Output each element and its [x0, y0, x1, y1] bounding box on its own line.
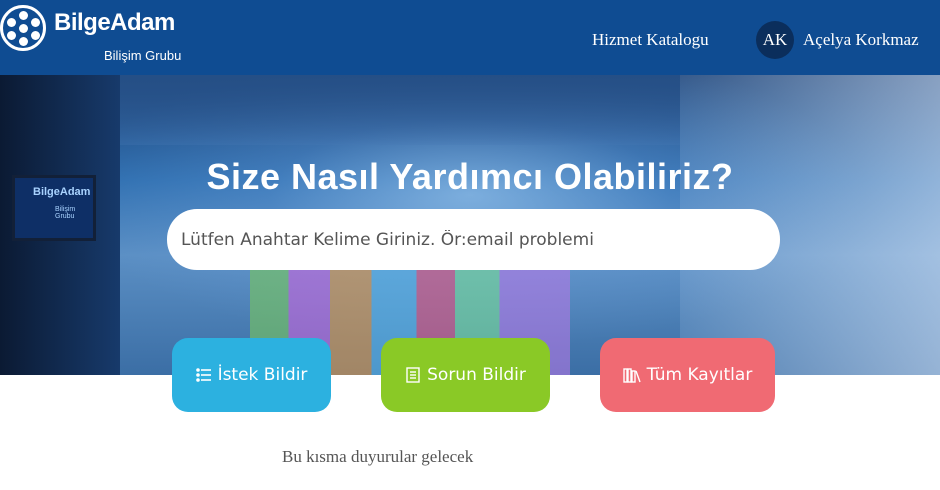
books-icon [622, 367, 641, 383]
brand-logo[interactable]: BilgeAdam Bilişim Grubu [0, 5, 200, 65]
sorun-bildir-button[interactable]: Sorun Bildir [381, 338, 550, 412]
istek-bildir-button[interactable]: İstek Bildir [172, 338, 331, 412]
list-icon [195, 368, 212, 382]
brand-subtitle: Bilişim Grubu [104, 48, 182, 63]
film-reel-icon [0, 5, 46, 51]
document-icon [405, 367, 421, 383]
user-name-link[interactable]: Açelya Korkmaz [803, 30, 919, 50]
hero-banner: BilgeAdam Bilişim Grubu Size Nasıl Yardı… [0, 75, 940, 375]
sorun-bildir-label: Sorun Bildir [427, 365, 526, 385]
hero-title: Size Nasıl Yardımcı Olabiliriz? [206, 156, 734, 197]
tum-kayitlar-button[interactable]: Tüm Kayıtlar [600, 338, 775, 412]
office-sign-subtitle: Bilişim Grubu [55, 206, 76, 220]
announcement-text: Bu kısma duyurular gelecek [282, 447, 474, 466]
search-input[interactable] [167, 209, 780, 270]
avatar[interactable]: AK [756, 21, 794, 59]
brand-name: BilgeAdam [54, 9, 175, 36]
tum-kayitlar-label: Tüm Kayıtlar [646, 365, 753, 385]
hizmet-katalogu-link[interactable]: Hizmet Katalogu [592, 30, 709, 50]
top-header: BilgeAdam Bilişim Grubu Hizmet Katalogu … [0, 0, 940, 75]
istek-bildir-label: İstek Bildir [217, 365, 308, 385]
